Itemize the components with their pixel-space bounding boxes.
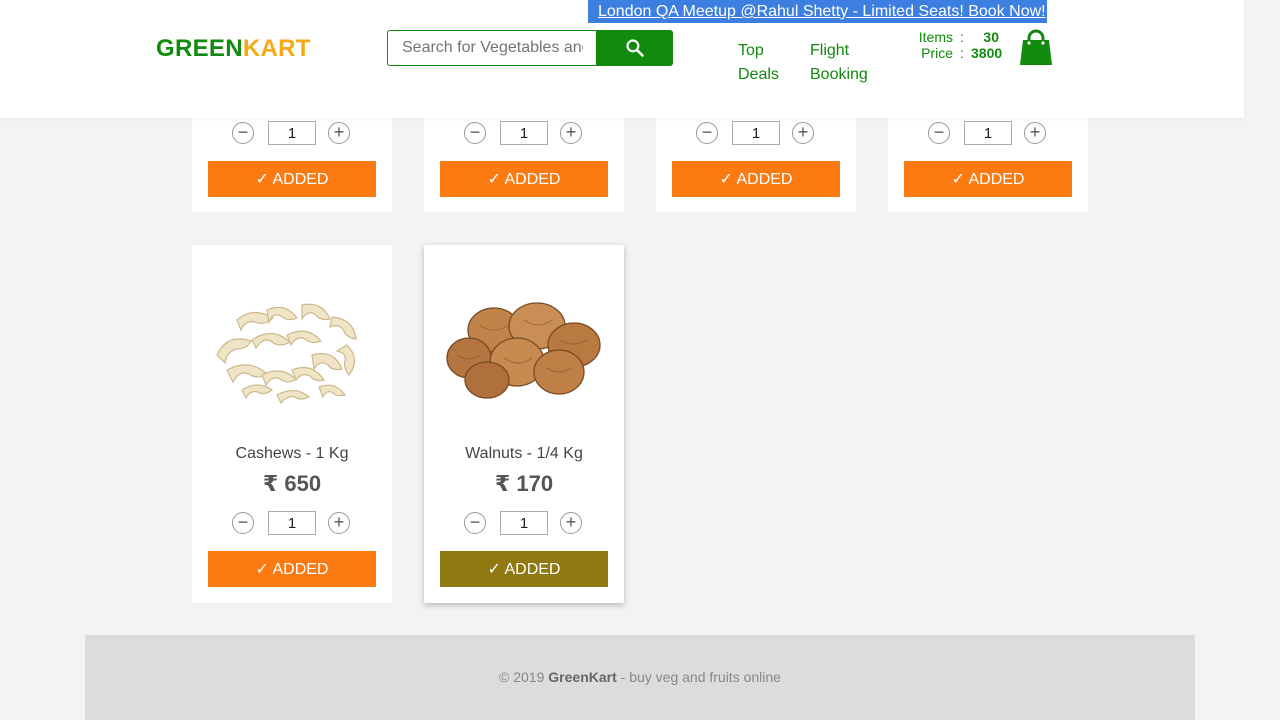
quantity-stepper: − + bbox=[464, 511, 584, 535]
top-deals-link[interactable]: Top Deals bbox=[738, 39, 779, 87]
product-price: ₹ 650 bbox=[262, 471, 322, 496]
cart-items-row: Items : 30 bbox=[908, 29, 999, 45]
increment-button[interactable]: + bbox=[560, 122, 582, 144]
decrement-button[interactable]: − bbox=[464, 512, 486, 534]
quantity-input[interactable] bbox=[964, 121, 1012, 145]
cart-price-value: 3800 bbox=[971, 45, 1003, 61]
search-icon bbox=[625, 39, 644, 57]
decrement-button[interactable]: − bbox=[232, 512, 254, 534]
cart-info: Items : 30 Price : 3800 bbox=[908, 29, 1003, 61]
quantity-stepper: − + bbox=[232, 511, 352, 535]
product-name: Cashews - 1 Kg bbox=[235, 445, 349, 462]
product-name: Walnuts - 1/4 Kg bbox=[465, 445, 583, 462]
increment-button[interactable]: + bbox=[328, 512, 350, 534]
quantity-input[interactable] bbox=[732, 121, 780, 145]
cashews-image bbox=[216, 303, 357, 405]
search-input[interactable] bbox=[387, 30, 597, 66]
increment-button[interactable]: + bbox=[792, 122, 814, 144]
add-to-cart-button[interactable]: ✓ ADDED bbox=[440, 161, 608, 197]
flight-booking-link[interactable]: Flight Booking bbox=[810, 39, 868, 87]
cart-items-separator: : bbox=[960, 29, 964, 45]
flight-booking-line1: Flight bbox=[810, 42, 850, 59]
quantity-stepper: − + bbox=[232, 121, 352, 145]
decrement-button[interactable]: − bbox=[464, 122, 486, 144]
quantity-stepper: − + bbox=[696, 121, 816, 145]
quantity-input[interactable] bbox=[500, 121, 548, 145]
product-image-walnuts bbox=[432, 265, 616, 435]
add-to-cart-button[interactable]: ✓ ADDED bbox=[440, 551, 608, 587]
site-footer: © 2019 GreenKart - buy veg and fruits on… bbox=[85, 635, 1195, 720]
add-to-cart-button[interactable]: ✓ ADDED bbox=[208, 161, 376, 197]
increment-button[interactable]: + bbox=[328, 122, 350, 144]
footer-tagline: - buy veg and fruits online bbox=[616, 669, 781, 685]
cart-items-value: 30 bbox=[983, 29, 999, 45]
increment-button[interactable]: + bbox=[560, 512, 582, 534]
flight-booking-line2: Booking bbox=[810, 66, 868, 83]
decrement-button[interactable]: − bbox=[928, 122, 950, 144]
decrement-button[interactable]: − bbox=[232, 122, 254, 144]
quantity-stepper: − + bbox=[464, 121, 584, 145]
brand-orange-text: KART bbox=[242, 35, 311, 62]
increment-button[interactable]: + bbox=[1024, 122, 1046, 144]
product-card-cashews: Cashews - 1 Kg ₹ 650 − + ✓ ADDED bbox=[192, 245, 392, 603]
shopping-bag-icon[interactable] bbox=[1019, 29, 1053, 66]
decrement-button[interactable]: − bbox=[696, 122, 718, 144]
add-to-cart-button[interactable]: ✓ ADDED bbox=[672, 161, 840, 197]
walnuts-image bbox=[446, 302, 601, 399]
promo-banner: London QA Meetup @Rahul Shetty - Limited… bbox=[588, 0, 1047, 23]
cart-price-label: Price bbox=[921, 45, 953, 61]
quantity-input[interactable] bbox=[268, 121, 316, 145]
footer-copyright: © 2019 bbox=[499, 669, 549, 685]
add-to-cart-button[interactable]: ✓ ADDED bbox=[904, 161, 1072, 197]
brand-green-text: GREEN bbox=[156, 35, 243, 62]
product-price: ₹ 170 bbox=[494, 471, 554, 496]
add-to-cart-button[interactable]: ✓ ADDED bbox=[208, 551, 376, 587]
product-image-cashews bbox=[200, 265, 384, 435]
cart-items-label: Items bbox=[918, 29, 953, 45]
cart-price-row: Price : 3800 bbox=[908, 45, 1003, 61]
promo-link[interactable]: London QA Meetup @Rahul Shetty - Limited… bbox=[588, 0, 1047, 23]
quantity-input[interactable] bbox=[500, 511, 548, 535]
search-button[interactable] bbox=[596, 30, 673, 66]
quantity-stepper: − + bbox=[928, 121, 1048, 145]
brand-logo[interactable]: GREENKART bbox=[156, 35, 311, 63]
top-deals-line2: Deals bbox=[738, 66, 779, 83]
footer-brand: GreenKart bbox=[548, 669, 617, 685]
top-deals-line1: Top bbox=[738, 42, 764, 59]
footer-text: © 2019 GreenKart - buy veg and fruits on… bbox=[85, 635, 1195, 685]
cart-price-separator: : bbox=[960, 45, 964, 61]
quantity-input[interactable] bbox=[268, 511, 316, 535]
product-card-walnuts: Walnuts - 1/4 Kg ₹ 170 − + ✓ ADDED bbox=[424, 245, 624, 603]
